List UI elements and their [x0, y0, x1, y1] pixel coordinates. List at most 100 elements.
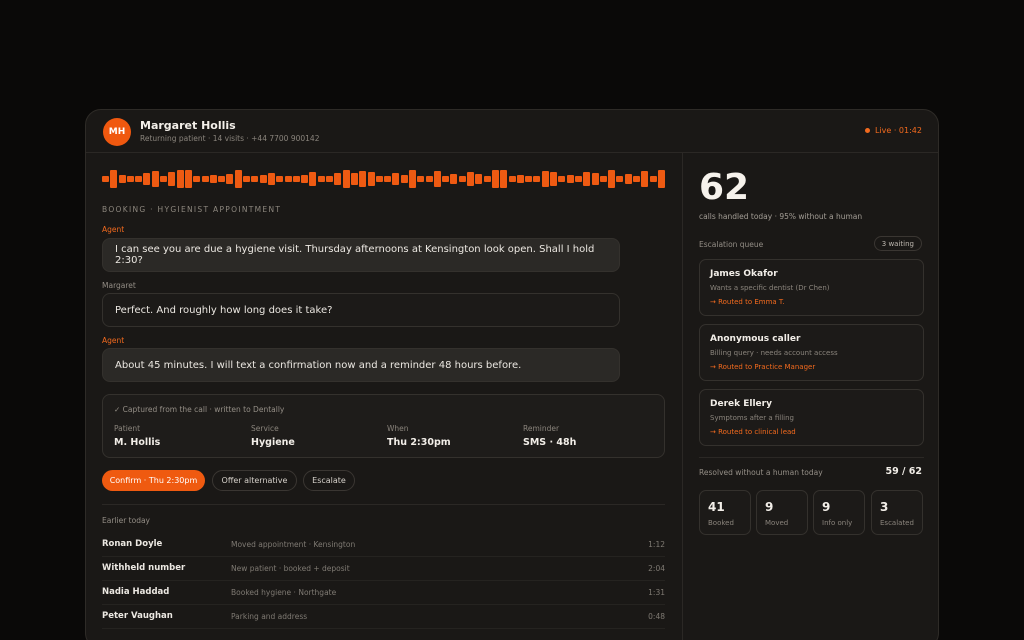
- waveform-bar: [126, 176, 134, 182]
- audio-waveform: [102, 169, 665, 189]
- waveform-bar: [433, 171, 441, 187]
- waveform-bar: [483, 176, 491, 182]
- escalation-queue-label: Escalation queue: [699, 240, 764, 249]
- waveform-bar: [491, 170, 499, 188]
- call-panel: MH Margaret Hollis Returning patient · 1…: [85, 109, 939, 640]
- waveform-bar: [143, 173, 151, 185]
- waveform-bar: [566, 175, 574, 183]
- waveform-bar: [301, 175, 309, 183]
- calls-handled-caption: calls handled today · 95% without a huma…: [699, 212, 863, 221]
- waveform-bar: [284, 176, 292, 182]
- escalate-button[interactable]: Escalate: [303, 470, 355, 491]
- waveform-bar: [243, 176, 251, 182]
- waveform-bar: [151, 171, 159, 187]
- waveform-bar: [550, 172, 558, 186]
- stat-escalated: 3 Escalated: [871, 490, 923, 535]
- waveform-bar: [326, 176, 334, 182]
- waveform-bar: [475, 174, 483, 184]
- live-indicator: Live · 01:42: [864, 126, 922, 135]
- captured-field: Service Hygiene: [251, 424, 295, 448]
- message-bubble: Perfect. And roughly how long does it ta…: [102, 293, 620, 327]
- waveform-bar: [218, 176, 226, 182]
- table-row[interactable]: Nadia Haddad Booked hygiene · Northgate …: [102, 581, 665, 605]
- offer-alternative-button[interactable]: Offer alternative: [212, 470, 297, 491]
- waveform-bar: [209, 175, 217, 183]
- divider: [699, 457, 924, 458]
- waveform-bar: [193, 176, 201, 182]
- call-topic: BOOKING · HYGIENIST APPOINTMENT: [102, 205, 282, 214]
- speaker-label: Margaret: [102, 281, 136, 290]
- waveform-bar: [317, 176, 325, 182]
- waveform-bar: [251, 176, 259, 182]
- waveform-bar: [574, 176, 582, 182]
- waveform-bar: [259, 175, 267, 183]
- waveform-bar: [408, 170, 416, 188]
- escalation-card[interactable]: Derek Ellery Symptoms after a filling → …: [699, 389, 924, 446]
- waveform-bar: [657, 170, 665, 188]
- table-row[interactable]: Ronan Doyle Moved appointment · Kensingt…: [102, 533, 665, 557]
- avatar: MH: [103, 118, 131, 146]
- caller-name: Margaret Hollis: [140, 119, 236, 132]
- live-dot-icon: [864, 128, 870, 133]
- waveform-bar: [350, 173, 358, 185]
- waveform-bar: [591, 173, 599, 185]
- waveform-bar: [649, 176, 657, 182]
- stat-info-only: 9 Info only: [813, 490, 865, 535]
- escalation-card[interactable]: James Okafor Wants a specific dentist (D…: [699, 259, 924, 316]
- waveform-bar: [168, 172, 176, 186]
- table-row[interactable]: Peter Vaughan Parking and address 0:48: [102, 605, 665, 629]
- earlier-today-label: Earlier today: [102, 516, 150, 525]
- waveform-bar: [400, 175, 408, 183]
- captured-title: ✓ Captured from the call · written to De…: [114, 405, 285, 414]
- conversation-pane: BOOKING · HYGIENIST APPOINTMENT Agent I …: [86, 153, 682, 640]
- waveform-bar: [467, 172, 475, 186]
- resolved-value: 59 / 62: [885, 466, 922, 477]
- stat-moved: 9 Moved: [756, 490, 808, 535]
- waveform-bar: [309, 172, 317, 186]
- table-row[interactable]: Withheld number New patient · booked + d…: [102, 557, 665, 581]
- confirm-button[interactable]: Confirm · Thu 2:30pm: [102, 470, 205, 491]
- waveform-bar: [359, 171, 367, 187]
- check-icon: ✓: [114, 405, 123, 414]
- waveform-bar: [176, 170, 184, 188]
- caller-header: MH Margaret Hollis Returning patient · 1…: [86, 110, 938, 153]
- waveform-bar: [342, 170, 350, 188]
- waveform-bar: [641, 171, 649, 187]
- captured-details-card: ✓ Captured from the call · written to De…: [102, 394, 665, 458]
- waveform-bar: [267, 173, 275, 185]
- waveform-bar: [417, 176, 425, 182]
- stat-booked: 41 Booked: [699, 490, 751, 535]
- waveform-bar: [608, 170, 616, 188]
- divider: [102, 504, 665, 505]
- waveform-bar: [458, 176, 466, 182]
- waveform-bar: [624, 174, 632, 184]
- speaker-label: Agent: [102, 336, 125, 345]
- captured-field: Patient M. Hollis: [114, 424, 161, 448]
- escalation-card[interactable]: Anonymous caller Billing query · needs a…: [699, 324, 924, 381]
- message-bubble: I can see you are due a hygiene visit. T…: [102, 238, 620, 272]
- waveform-bar: [450, 174, 458, 184]
- waveform-bar: [135, 176, 143, 182]
- calls-handled-count: 62: [699, 167, 750, 208]
- waveform-bar: [334, 173, 342, 185]
- waveform-bar: [160, 176, 168, 182]
- waveform-bar: [525, 176, 533, 182]
- waveform-bar: [292, 176, 300, 182]
- waveform-bar: [425, 176, 433, 182]
- resolved-label: Resolved without a human today: [699, 468, 823, 477]
- waveform-bar: [442, 176, 450, 182]
- waveform-bar: [102, 176, 109, 182]
- waveform-bar: [392, 173, 400, 185]
- message-bubble: About 45 minutes. I will text a confirma…: [102, 348, 620, 382]
- waveform-bar: [599, 176, 607, 182]
- waveform-bar: [516, 175, 524, 183]
- waveform-bar: [633, 176, 640, 182]
- captured-field: When Thu 2:30pm: [387, 424, 451, 448]
- waveform-bar: [533, 176, 541, 182]
- captured-field: Reminder SMS · 48h: [523, 424, 577, 448]
- waiting-badge: 3 waiting: [873, 236, 922, 251]
- live-timer: Live · 01:42: [874, 126, 922, 135]
- waveform-bar: [508, 176, 516, 182]
- waveform-bar: [500, 170, 508, 188]
- caller-details: Returning patient · 14 visits · +44 7700…: [140, 134, 320, 143]
